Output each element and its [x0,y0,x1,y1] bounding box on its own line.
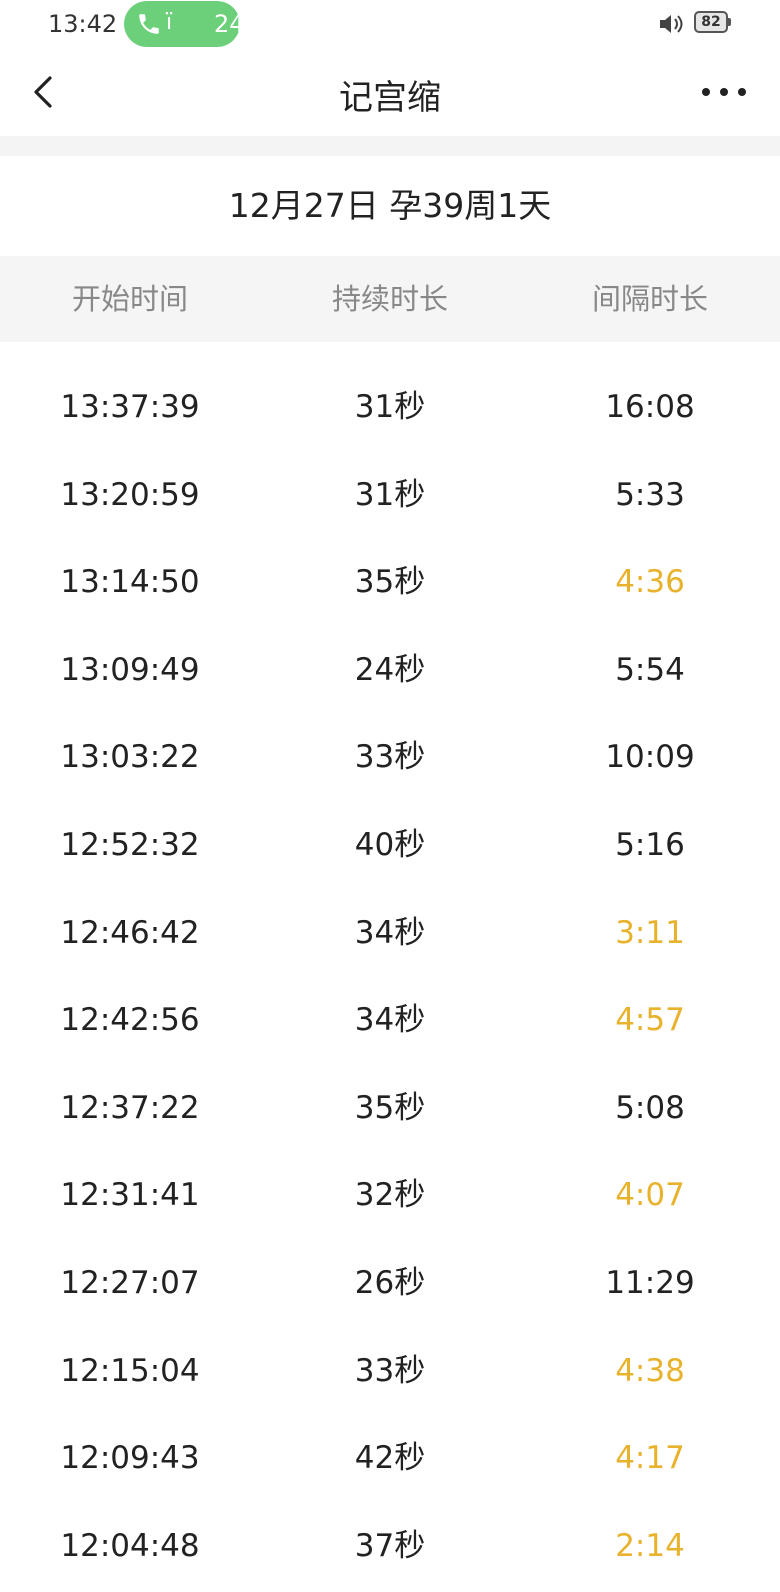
start-time-cell: 13:14:50 [60,564,200,601]
duration-cell: 40秒 [354,826,426,863]
table-row[interactable]: 12:09:43 42秒 4:17 [0,1415,780,1503]
column-duration: 持续时长 [331,282,448,316]
duration-cell: 35秒 [354,564,426,601]
table-row[interactable]: 13:14:50 35秒 4:36 [0,539,780,627]
call-duration: 24 [214,10,240,38]
start-time-cell: 12:42:56 [60,1002,200,1039]
interval-cell: 4:57 [615,1002,685,1039]
duration-cell: 31秒 [354,476,426,513]
start-time-cell: 12:52:32 [60,826,200,863]
start-time-cell: 13:37:39 [60,389,200,425]
start-time-cell: 12:37:22 [60,1089,200,1126]
duration-cell: 24秒 [354,651,426,688]
duration-cell: 33秒 [354,1352,426,1389]
duration-cell: 42秒 [354,1440,426,1477]
table-row[interactable]: 13:09:49 24秒 5:54 [0,627,780,715]
duration-cell: 26秒 [354,1264,426,1301]
interval-cell: 5:54 [615,651,685,688]
table-row[interactable]: 12:37:22 35秒 5:08 [0,1065,780,1153]
phone-icon [139,14,159,34]
more-dots-icon [702,88,710,96]
interval-cell: 4:07 [615,1177,685,1214]
start-time-cell: 13:20:59 [60,476,200,513]
battery-level: 82 [701,14,721,30]
table-row[interactable]: 13:20:59 31秒 5:33 [0,452,780,540]
more-dot [720,88,728,96]
start-time-cell: 12:46:42 [60,914,200,951]
duration-cell: 34秒 [354,914,426,951]
duration-cell: 34秒 [354,1002,426,1039]
interval-cell: 10:09 [605,739,695,776]
more-button[interactable] [702,76,752,108]
contraction-records-list[interactable]: 13:37:39 31秒 16:08 13:20:59 31秒 5:33 13:14:50 3… [0,364,780,1590]
interval-cell: 5:08 [615,1089,685,1126]
table-row[interactable]: 12:31:41 32秒 4:07 [0,1152,780,1240]
table-row[interactable]: 12:15:04 33秒 4:38 [0,1328,780,1416]
ongoing-call-pill[interactable]: ï 24 [124,1,240,47]
page-title: 记宫缩 [339,78,441,118]
column-interval: 间隔时长 [591,282,708,316]
section-divider [0,136,780,156]
interval-cell: 16:08 [605,389,695,425]
start-time-cell: 12:04:48 [60,1527,200,1564]
status-time: 13:42 [48,10,118,38]
interval-cell: 5:33 [615,476,685,513]
column-start-time: 开始时间 [71,282,188,316]
start-time-cell: 12:15:04 [60,1352,200,1389]
duration-cell: 35秒 [354,1089,426,1126]
navigation-bar: 记宫缩 [0,48,780,136]
start-time-cell: 12:09:43 [60,1440,200,1477]
interval-cell: 4:38 [615,1352,685,1389]
date-header: 12月27日 孕39周1天 [0,156,780,256]
more-dot [738,88,746,96]
interval-cell: 5:16 [615,826,685,863]
duration-cell: 33秒 [354,739,426,776]
interval-cell: 2:14 [615,1527,685,1564]
start-time-cell: 12:31:41 [60,1177,200,1214]
interval-cell: 4:36 [615,564,685,601]
battery-icon: 82 [694,11,732,35]
back-button[interactable] [24,68,64,116]
duration-cell: 37秒 [354,1527,426,1564]
start-time-cell: 12:27:07 [60,1264,200,1301]
table-row[interactable]: 12:04:48 37秒 2:14 [0,1503,780,1591]
table-header: 开始时间 持续时长 间隔时长 [0,256,780,342]
table-row[interactable]: 12:27:07 26秒 11:29 [0,1240,780,1328]
interval-cell: 3:11 [615,914,685,951]
duration-cell: 31秒 [354,389,426,425]
volume-icon [660,15,683,33]
start-time-cell: 13:03:22 [60,739,200,776]
interval-cell: 4:17 [615,1440,685,1477]
start-time-cell: 13:09:49 [60,651,200,688]
table-row[interactable]: 13:37:39 31秒 16:08 [0,364,780,452]
table-row[interactable]: 12:52:32 40秒 5:16 [0,802,780,890]
table-row[interactable]: 12:46:42 34秒 3:11 [0,890,780,978]
table-row[interactable]: 13:03:22 33秒 10:09 [0,714,780,802]
interval-cell: 11:29 [605,1264,695,1301]
table-row[interactable]: 12:42:56 34秒 4:57 [0,977,780,1065]
status-bar: 13:42 ï 24 82 [0,0,780,48]
duration-cell: 32秒 [354,1177,426,1214]
call-indicator: ï [166,10,173,35]
back-arrow-icon [34,76,52,108]
